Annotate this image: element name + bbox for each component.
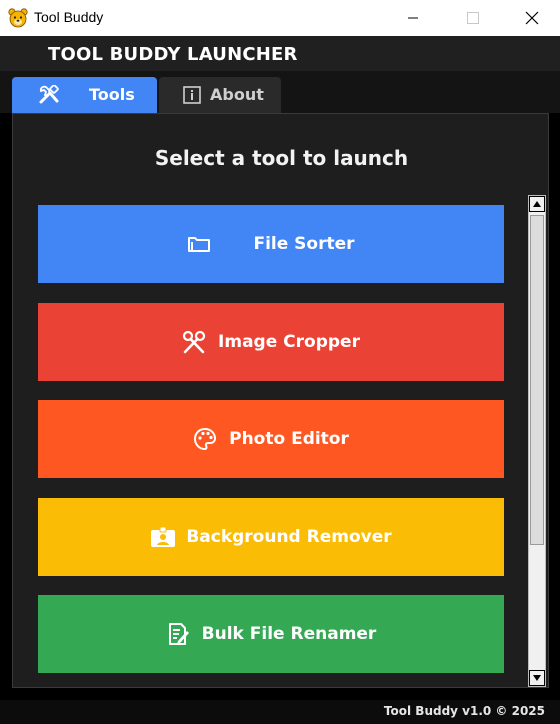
folder-icon: [188, 237, 211, 252]
bear-face-icon: [8, 8, 28, 28]
info-icon: [183, 86, 201, 104]
file-sorter-button[interactable]: File Sorter: [38, 205, 504, 283]
tab-tools[interactable]: Tools: [12, 77, 157, 113]
tab-strip: Tools About: [0, 71, 560, 113]
minimize-button[interactable]: [390, 0, 436, 36]
minimize-icon: [408, 17, 418, 19]
tab-tools-label: Tools: [89, 85, 135, 104]
tab-about-label: About: [210, 85, 264, 104]
close-button[interactable]: [509, 0, 555, 36]
close-icon: [525, 11, 539, 25]
arrow-down-icon: [533, 675, 541, 681]
status-footer: Tool Buddy v1.0 © 2025: [0, 700, 560, 724]
arrow-up-icon: [533, 201, 541, 207]
background-remover-button[interactable]: Background Remover: [38, 498, 504, 576]
file-sorter-label: File Sorter: [253, 234, 355, 254]
id-card-icon: [151, 526, 176, 547]
scroll-up-button[interactable]: [529, 196, 545, 212]
photo-editor-label: Photo Editor: [229, 429, 349, 449]
tools-panel: Select a tool to launch File Sorter Imag…: [12, 113, 549, 688]
window-title: Tool Buddy: [34, 9, 104, 25]
maximize-button[interactable]: [450, 0, 496, 36]
maximize-icon: [467, 12, 479, 24]
bulk-file-renamer-button[interactable]: Bulk File Renamer: [38, 595, 504, 673]
photo-editor-button[interactable]: Photo Editor: [38, 400, 504, 478]
window-titlebar: Tool Buddy: [0, 0, 560, 36]
version-label: Tool Buddy v1.0 © 2025: [383, 704, 545, 718]
background-remover-label: Background Remover: [186, 527, 392, 547]
scroll-down-button[interactable]: [529, 670, 545, 686]
app-title: TOOL BUDDY LAUNCHER: [48, 44, 298, 65]
app-header: TOOL BUDDY LAUNCHER: [0, 36, 560, 71]
image-cropper-label: Image Cropper: [218, 332, 360, 352]
palette-icon: [194, 427, 217, 451]
tools-icon: [39, 85, 59, 104]
bulk-file-renamer-label: Bulk File Renamer: [201, 624, 377, 644]
image-cropper-button[interactable]: Image Cropper: [38, 303, 504, 381]
scissors-icon: [182, 330, 206, 354]
edit-document-icon: [168, 623, 189, 645]
tab-about[interactable]: About: [159, 77, 281, 113]
vertical-scrollbar[interactable]: [528, 195, 546, 687]
scrollbar-thumb[interactable]: [530, 215, 544, 545]
panel-heading: Select a tool to launch: [154, 146, 409, 170]
